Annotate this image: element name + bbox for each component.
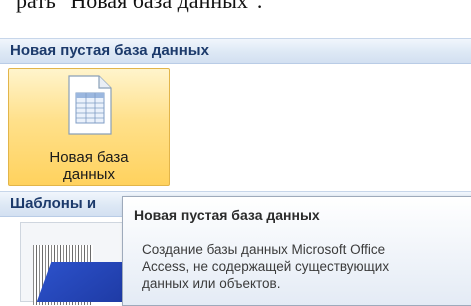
new-database-label: Новая база данных bbox=[9, 149, 169, 183]
database-document-icon bbox=[68, 75, 112, 135]
document-text: рать "Новая база данных". bbox=[16, 0, 263, 13]
tooltip: Новая пустая база данных Создание базы д… bbox=[122, 196, 471, 306]
tooltip-body-line1: Создание базы данных Microsoft Office bbox=[142, 242, 386, 257]
tooltip-body-line2: Access, не содержащей существующих bbox=[142, 259, 390, 274]
tile-label-line1: Новая база bbox=[49, 149, 129, 166]
tile-label-line2: данных bbox=[63, 166, 115, 183]
new-database-tile[interactable]: Новая база данных bbox=[8, 68, 170, 186]
tooltip-body-line3: данных или объектов. bbox=[142, 276, 281, 291]
new-blank-database-header: Новая пустая база данных bbox=[0, 38, 471, 64]
tooltip-title: Новая пустая база данных bbox=[134, 207, 320, 223]
tooltip-body: Создание базы данных Microsoft Office Ac… bbox=[142, 241, 462, 292]
